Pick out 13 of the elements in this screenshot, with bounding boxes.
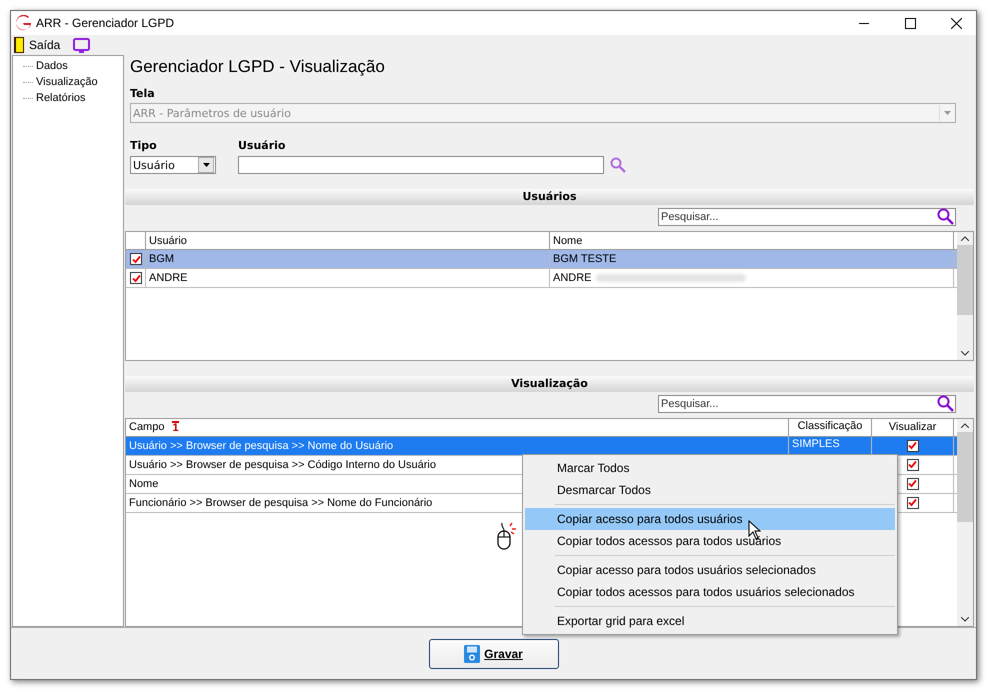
- field-label: Usuário: [238, 139, 286, 153]
- window-title: ARR - Gerenciador LGPD: [36, 16, 174, 30]
- field-label: Tela: [130, 87, 156, 101]
- section-header: Usuários: [125, 189, 974, 205]
- sort-indicator: 1: [172, 421, 179, 434]
- section-header: Visualização: [125, 376, 974, 392]
- table-cell: ANDRE: [553, 272, 592, 284]
- field-label: Tipo: [130, 139, 158, 153]
- table-cell: BGM: [146, 250, 550, 268]
- table-cell: BGM TESTE: [553, 253, 616, 265]
- table-cell: SIMPLES: [792, 438, 840, 450]
- table-cell: ANDRE: [146, 269, 550, 287]
- page-heading: Gerenciador LGPD - Visualização: [130, 56, 386, 78]
